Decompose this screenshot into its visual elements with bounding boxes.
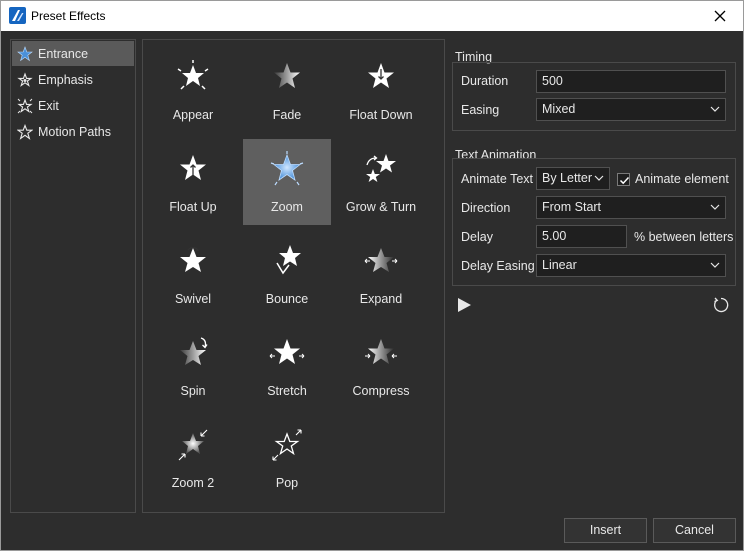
spin-star-icon: [180, 337, 208, 365]
effect-bounce[interactable]: Bounce: [243, 231, 331, 317]
effect-float-down[interactable]: Float Down: [337, 47, 425, 133]
delay-input[interactable]: 5.00: [536, 225, 627, 248]
emphasis-star-icon: [17, 71, 33, 88]
direction-select[interactable]: From Start: [536, 196, 726, 219]
effect-appear[interactable]: Appear: [149, 47, 237, 133]
fade-star-icon: [274, 63, 300, 88]
category-label: Motion Paths: [38, 124, 111, 139]
close-button[interactable]: [701, 3, 739, 29]
effect-compress[interactable]: Compress: [337, 323, 425, 409]
chevron-down-icon: [710, 106, 720, 112]
cancel-button[interactable]: Cancel: [653, 518, 736, 543]
effect-swivel[interactable]: Swivel: [149, 231, 237, 317]
float-up-star-icon: [180, 155, 206, 180]
grow-turn-star-icon: [366, 154, 396, 182]
app-logo-icon: [9, 7, 26, 24]
exit-star-icon: [17, 97, 33, 114]
bounce-star-icon: [276, 245, 301, 275]
motion-path-star-icon: [17, 123, 33, 140]
effect-label: Grow & Turn: [345, 200, 417, 214]
easing-value: Mixed: [542, 102, 576, 116]
effect-label: Appear: [172, 108, 214, 122]
effect-label: Bounce: [265, 292, 309, 306]
title-bar: Preset Effects: [0, 0, 744, 31]
effect-label: Compress: [352, 384, 410, 398]
delay-unit-label: % between letters: [634, 230, 734, 244]
effect-spin[interactable]: Spin: [149, 323, 237, 409]
direction-label: Direction: [461, 201, 511, 215]
entrance-star-icon: [17, 45, 33, 62]
delay-easing-value: Linear: [542, 258, 577, 272]
direction-value: From Start: [542, 200, 602, 214]
effect-label: Stretch: [267, 384, 307, 398]
effect-zoom[interactable]: Zoom: [243, 139, 331, 225]
dialog-body: Entrance Emphasis Exit Motion Paths Appe…: [0, 31, 744, 551]
effect-label: Fade: [272, 108, 302, 122]
swivel-star-icon: [180, 246, 206, 272]
stretch-star-icon: [269, 339, 305, 364]
effect-pop[interactable]: Pop: [243, 415, 331, 501]
delay-easing-label: Delay Easing: [461, 259, 535, 273]
checkmark-icon: [619, 176, 630, 185]
effect-label: Pop: [275, 476, 299, 490]
effect-stretch[interactable]: Stretch: [243, 323, 331, 409]
effect-label: Spin: [180, 384, 206, 398]
category-list: Entrance Emphasis Exit Motion Paths: [10, 39, 136, 513]
delay-label: Delay: [461, 230, 493, 244]
appear-star-icon: [177, 60, 209, 90]
insert-button[interactable]: Insert: [564, 518, 647, 543]
compress-star-icon: [365, 339, 397, 364]
duration-input[interactable]: 500: [536, 70, 726, 93]
category-label: Exit: [38, 98, 59, 113]
play-icon: [458, 298, 471, 312]
window-title: Preset Effects: [31, 9, 106, 23]
effect-label: Float Up: [169, 200, 217, 214]
close-icon: [714, 10, 726, 22]
delay-easing-select[interactable]: Linear: [536, 254, 726, 277]
animate-text-label: Animate Text: [461, 172, 534, 186]
effect-fade[interactable]: Fade: [243, 47, 331, 133]
effects-grid: Appear Fade Float Down Float Up Zoom Gro…: [142, 39, 445, 513]
category-item-entrance[interactable]: Entrance: [12, 41, 134, 66]
effect-grow-turn[interactable]: Grow & Turn: [337, 139, 425, 225]
animate-text-select[interactable]: By Letter: [536, 167, 610, 190]
chevron-down-icon: [710, 204, 720, 210]
easing-label: Easing: [461, 103, 500, 117]
animate-text-value: By Letter: [542, 171, 593, 185]
category-item-emphasis[interactable]: Emphasis: [12, 67, 134, 92]
chevron-down-icon: [710, 262, 720, 268]
category-label: Entrance: [38, 46, 89, 61]
effect-label: Zoom 2: [171, 476, 215, 490]
effect-zoom-2[interactable]: Zoom 2: [149, 415, 237, 501]
zoom-star-icon: [270, 151, 304, 186]
effect-label: Swivel: [174, 292, 212, 306]
effect-expand[interactable]: Expand: [337, 231, 425, 317]
expand-star-icon: [364, 248, 398, 272]
easing-select[interactable]: Mixed: [536, 98, 726, 121]
category-item-exit[interactable]: Exit: [12, 93, 134, 118]
effect-label: Zoom: [271, 200, 303, 214]
animate-element-checkbox[interactable]: [617, 173, 630, 186]
chevron-down-icon: [594, 175, 604, 181]
category-label: Emphasis: [38, 72, 93, 87]
reset-button[interactable]: [712, 296, 730, 314]
float-down-star-icon: [368, 63, 394, 88]
effect-float-up[interactable]: Float Up: [149, 139, 237, 225]
effect-label: Float Down: [349, 108, 413, 122]
pop-star-icon: [272, 429, 302, 461]
effect-label: Expand: [359, 292, 403, 306]
category-item-motion-paths[interactable]: Motion Paths: [12, 119, 134, 144]
reset-icon: [714, 297, 729, 313]
duration-label: Duration: [461, 74, 509, 88]
play-button[interactable]: [455, 296, 473, 314]
zoom-2-star-icon: [178, 429, 208, 461]
animate-element-label: Animate element: [635, 172, 729, 186]
